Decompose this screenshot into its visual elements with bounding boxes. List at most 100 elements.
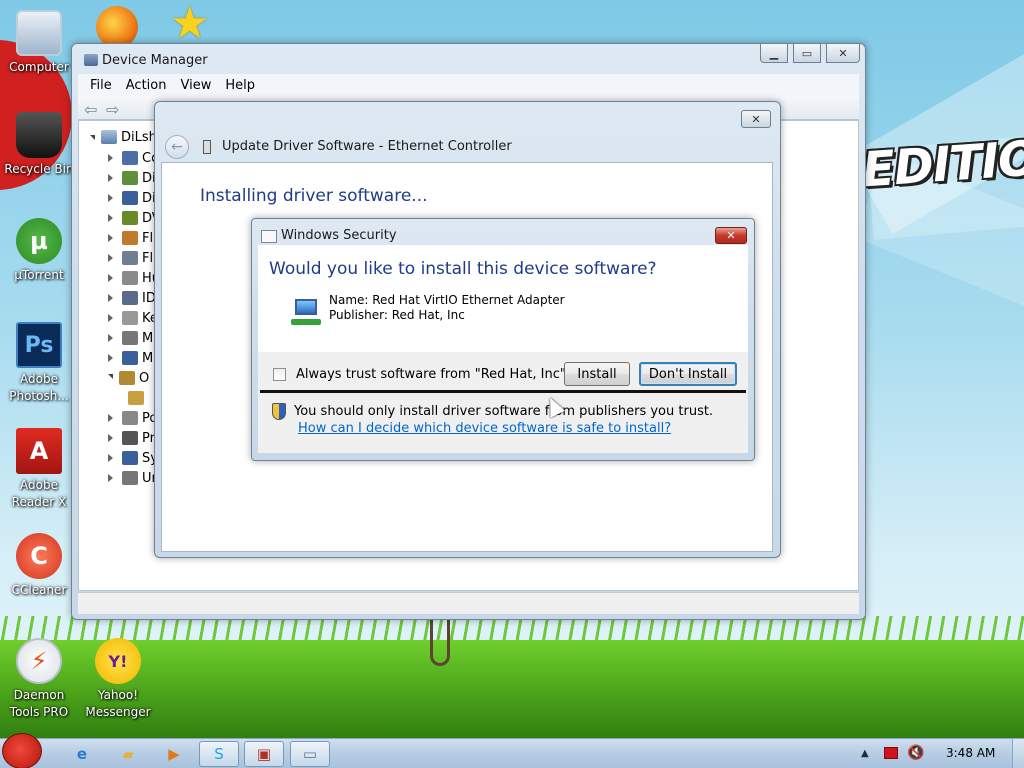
- back-icon[interactable]: ⇦: [84, 100, 97, 119]
- maximize-button[interactable]: ▭: [793, 44, 821, 63]
- tree-item[interactable]: Pr: [108, 428, 155, 448]
- collapse-icon[interactable]: [90, 134, 95, 140]
- expand-icon[interactable]: [108, 334, 116, 342]
- tree-item[interactable]: M: [108, 328, 153, 348]
- internet-explorer-icon[interactable]: e: [62, 741, 102, 767]
- tree-item-label: M: [142, 330, 154, 346]
- collapse-icon[interactable]: [108, 373, 113, 383]
- device-category-icon: [122, 311, 138, 325]
- forward-icon[interactable]: ⇨: [106, 100, 119, 119]
- close-button[interactable]: ✕: [741, 110, 771, 128]
- device-name: Name: Red Hat VirtIO Ethernet Adapter: [329, 293, 565, 307]
- desktop-icon-yahoo-messenger[interactable]: Y! Yahoo! Messenger: [80, 638, 156, 721]
- tree-item[interactable]: [128, 388, 148, 408]
- desktop-icon-recycle-bin[interactable]: Recycle Bin: [1, 112, 77, 178]
- recycle-bin-icon: [16, 112, 62, 158]
- tree-item[interactable]: DV: [108, 208, 161, 228]
- tree-item[interactable]: M: [108, 348, 153, 368]
- dialog-body: Would you like to install this device so…: [258, 245, 748, 352]
- desktop-icon-label: Computer: [9, 60, 69, 74]
- always-trust-checkbox[interactable]: [273, 368, 286, 381]
- volume-muted-icon[interactable]: 🔇: [907, 745, 924, 761]
- dont-install-button[interactable]: Don't Install: [639, 362, 737, 386]
- menu-action[interactable]: Action: [126, 78, 167, 93]
- yahoo-messenger-icon: Y!: [95, 638, 141, 684]
- device-manager-icon[interactable]: ▣: [244, 741, 284, 767]
- device-category-icon: [122, 171, 138, 185]
- device-category-icon: [122, 331, 138, 345]
- tree-item[interactable]: Hu: [108, 268, 160, 288]
- close-button[interactable]: ✕: [826, 44, 860, 63]
- tree-item[interactable]: Di: [108, 188, 156, 208]
- menu-view[interactable]: View: [180, 78, 211, 93]
- device-manager-icon: [84, 54, 98, 66]
- menu-help[interactable]: Help: [225, 78, 255, 93]
- expand-icon[interactable]: [108, 354, 116, 362]
- computer-icon: [101, 130, 117, 144]
- tree-item[interactable]: Ke: [108, 308, 158, 328]
- tree-item[interactable]: Co: [108, 148, 159, 168]
- desktop-icon-utorrent[interactable]: µ µTorrent: [1, 218, 77, 284]
- trust-warning: You should only install driver software …: [294, 403, 740, 437]
- show-hidden-icons-icon[interactable]: ▲: [861, 748, 869, 759]
- clock[interactable]: 3:48 AM: [946, 746, 995, 760]
- skype-icon[interactable]: S: [199, 741, 239, 767]
- expand-icon[interactable]: [108, 274, 116, 282]
- install-button[interactable]: Install: [564, 362, 630, 386]
- expand-icon[interactable]: [108, 294, 116, 302]
- expand-icon[interactable]: [108, 154, 116, 162]
- expand-icon[interactable]: [108, 214, 116, 222]
- desktop-icon-computer[interactable]: Computer: [1, 10, 77, 76]
- menu-file[interactable]: File: [90, 78, 112, 93]
- expand-icon[interactable]: [108, 474, 116, 482]
- close-button[interactable]: ✕: [715, 227, 747, 244]
- minimize-button[interactable]: ▁: [760, 44, 788, 63]
- firefox-icon[interactable]: [96, 6, 138, 48]
- device-category-icon: [122, 151, 138, 165]
- tree-item[interactable]: Po: [108, 408, 157, 428]
- expand-icon[interactable]: [108, 434, 116, 442]
- desktop-icon-adobe-reader[interactable]: A Adobe Reader X: [1, 428, 77, 511]
- device-category-icon: [122, 471, 138, 485]
- ccleaner-icon: C: [16, 533, 62, 579]
- device-category-icon: [122, 351, 138, 365]
- expand-icon[interactable]: [108, 414, 116, 422]
- dialog-footer: Always trust software from "Red Hat, Inc…: [258, 352, 748, 453]
- expand-icon[interactable]: [108, 174, 116, 182]
- desktop-icon-label: Yahoo! Messenger: [85, 688, 151, 719]
- computer-icon: [16, 10, 62, 56]
- window-title: Device Manager: [102, 53, 208, 68]
- desktop-icon-daemon-tools[interactable]: ⚡ Daemon Tools PRO: [1, 638, 77, 721]
- tree-item[interactable]: Ur: [108, 468, 157, 488]
- tree-item[interactable]: Fl: [108, 248, 153, 268]
- tray-red-icon[interactable]: [884, 747, 898, 759]
- expand-icon[interactable]: [108, 234, 116, 242]
- folder-icon[interactable]: ▰: [108, 741, 148, 767]
- tree-item[interactable]: Sy: [108, 448, 158, 468]
- expand-icon[interactable]: [108, 314, 116, 322]
- help-link[interactable]: How can I decide which device software i…: [298, 421, 671, 436]
- expand-icon[interactable]: [108, 254, 116, 262]
- expand-icon[interactable]: [108, 454, 116, 462]
- taskbar: e ▰ ▶ S ▣ ▭ ▲ 🔇 3:48 AM: [0, 733, 1024, 768]
- desktop-icon-label: CCleaner: [11, 583, 67, 597]
- tree-item[interactable]: ID: [108, 288, 156, 308]
- star-icon[interactable]: ★: [170, 2, 209, 46]
- desktop-icon-photoshop[interactable]: Ps Adobe Photosh...: [1, 322, 77, 405]
- device-category-icon: [122, 211, 138, 225]
- desktop-icon-label: Adobe Reader X: [11, 478, 67, 509]
- window-icon[interactable]: ▭: [290, 741, 330, 767]
- tree-item[interactable]: O: [108, 368, 149, 388]
- always-trust-label[interactable]: Always trust software from "Red Hat, Inc…: [296, 367, 570, 382]
- start-button[interactable]: [2, 733, 42, 768]
- desktop-icon-ccleaner[interactable]: C CCleaner: [1, 533, 77, 599]
- media-player-icon[interactable]: ▶: [154, 741, 194, 767]
- show-desktop-button[interactable]: [1012, 739, 1024, 768]
- back-icon[interactable]: ←: [165, 135, 189, 159]
- tree-item[interactable]: Di: [108, 168, 156, 188]
- tree-root[interactable]: DiLsh: [90, 128, 157, 146]
- network-device-icon: [291, 299, 325, 329]
- expand-icon[interactable]: [108, 194, 116, 202]
- daemon-tools-icon: ⚡: [16, 638, 62, 684]
- tree-item[interactable]: Fl: [108, 228, 153, 248]
